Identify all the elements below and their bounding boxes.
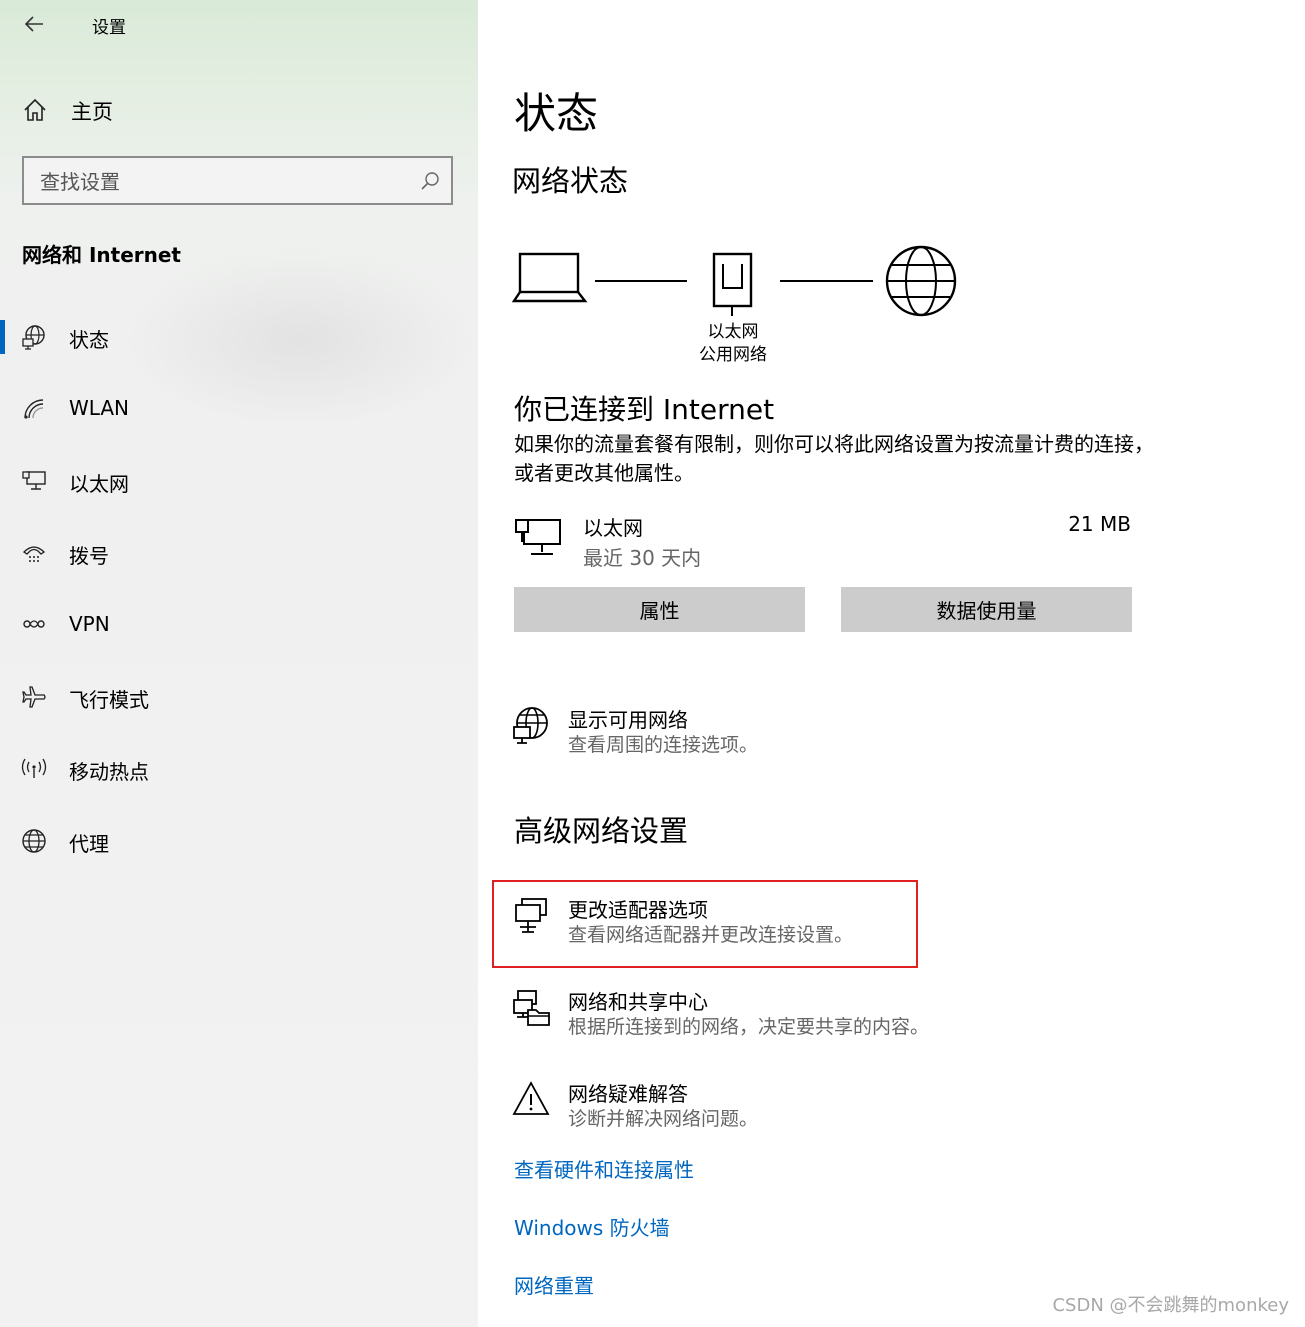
ethernet-port-icon bbox=[712, 252, 753, 316]
sidebar-item-label: 移动热点 bbox=[69, 760, 149, 784]
laptop-icon bbox=[512, 252, 588, 303]
vpn-icon bbox=[23, 620, 45, 628]
data-usage-button[interactable]: 数据使用量 bbox=[841, 587, 1132, 632]
internet-globe-icon bbox=[885, 245, 957, 317]
sharing-center-title: 网络和共享中心 bbox=[568, 990, 708, 1014]
ethernet-adapter-icon bbox=[515, 519, 561, 555]
home-nav-item[interactable]: 主页 bbox=[0, 88, 478, 132]
sidebar: 设置 主页 网络和 Internet 状态 bbox=[0, 0, 480, 1327]
sidebar-item-dialup[interactable]: 拨号 bbox=[0, 517, 478, 589]
sidebar-nav: 状态 WLAN 以太网 拨号 VPN 飞行模式 移动热点 代理 bbox=[0, 301, 478, 877]
sidebar-item-label: 以太网 bbox=[69, 472, 129, 496]
airplane-icon bbox=[22, 686, 46, 708]
back-arrow-icon bbox=[24, 16, 43, 32]
back-button[interactable] bbox=[18, 8, 50, 40]
page-title: 状态 bbox=[514, 89, 599, 138]
change-adapter-options-link[interactable]: 更改适配器选项 查看网络适配器并更改连接设置。 bbox=[512, 894, 912, 948]
home-label: 主页 bbox=[71, 100, 113, 124]
sidebar-item-label: 拨号 bbox=[69, 544, 109, 568]
dialup-icon bbox=[22, 546, 46, 562]
ethernet-name: 以太网 bbox=[583, 516, 643, 540]
window-title: 设置 bbox=[92, 18, 126, 38]
properties-button[interactable]: 属性 bbox=[514, 587, 805, 632]
connected-description: 如果你的流量套餐有限制，则你可以将此网络设置为按流量计费的连接，或者更改其他属性… bbox=[514, 432, 1154, 485]
change-adapter-desc: 查看网络适配器并更改连接设置。 bbox=[568, 924, 854, 946]
status-globe-icon bbox=[22, 325, 45, 350]
hotspot-icon bbox=[21, 758, 47, 778]
search-input[interactable] bbox=[24, 158, 422, 205]
sidebar-item-proxy[interactable]: 代理 bbox=[0, 805, 478, 877]
connected-title: 你已连接到 Internet bbox=[514, 393, 775, 426]
network-diagram: 以太网 公用网络 bbox=[512, 245, 957, 365]
main-content: 状态 网络状态 以太网 公用网络 你已连接到 Internet 如果你的流量套餐… bbox=[478, 0, 1305, 1327]
network-status-heading: 网络状态 bbox=[512, 164, 629, 198]
ethernet-icon bbox=[22, 471, 46, 490]
troubleshooter-title: 网络疑难解答 bbox=[568, 1082, 688, 1106]
sharing-center-link[interactable]: 网络和共享中心 根据所连接到的网络，决定要共享的内容。 bbox=[512, 986, 952, 1040]
sidebar-item-label: 飞行模式 bbox=[69, 688, 149, 712]
sidebar-item-vpn[interactable]: VPN bbox=[0, 589, 478, 661]
sidebar-item-status[interactable]: 状态 bbox=[0, 301, 478, 373]
windows-firewall-link[interactable]: Windows 防火墙 bbox=[514, 1212, 670, 1241]
search-box[interactable] bbox=[22, 156, 453, 205]
sharing-center-icon bbox=[513, 990, 550, 1026]
show-networks-desc: 查看周围的连接选项。 bbox=[568, 734, 759, 756]
adapter-icon bbox=[515, 898, 547, 933]
ethernet-period: 最近 30 天内 bbox=[583, 546, 702, 570]
sidebar-item-label: 状态 bbox=[69, 328, 109, 352]
advanced-settings-heading: 高级网络设置 bbox=[514, 814, 689, 848]
network-profile-label: 公用网络 bbox=[699, 345, 767, 365]
sidebar-item-label: VPN bbox=[69, 612, 110, 636]
home-icon bbox=[24, 98, 46, 121]
hardware-properties-link[interactable]: 查看硬件和连接属性 bbox=[514, 1154, 694, 1183]
troubleshooter-link[interactable]: 网络疑难解答 诊断并解决网络问题。 bbox=[512, 1078, 912, 1132]
sidebar-item-label: 代理 bbox=[69, 832, 109, 856]
adapter-name-label: 以太网 bbox=[708, 322, 759, 342]
network-reset-link[interactable]: 网络重置 bbox=[514, 1270, 594, 1299]
sidebar-item-label: WLAN bbox=[69, 396, 130, 420]
globe-icon bbox=[22, 829, 46, 853]
sidebar-item-hotspot[interactable]: 移动热点 bbox=[0, 733, 478, 805]
change-adapter-title: 更改适配器选项 bbox=[568, 898, 708, 922]
sidebar-item-ethernet[interactable]: 以太网 bbox=[0, 445, 478, 517]
show-networks-icon bbox=[513, 707, 548, 744]
ethernet-usage: 21 MB bbox=[1068, 512, 1131, 536]
search-icon[interactable] bbox=[419, 170, 441, 192]
warning-icon bbox=[512, 1081, 550, 1115]
sidebar-item-airplane[interactable]: 飞行模式 bbox=[0, 661, 478, 733]
sharing-center-desc: 根据所连接到的网络，决定要共享的内容。 bbox=[568, 1016, 930, 1038]
watermark: CSDN @不会跳舞的monkey bbox=[1052, 1295, 1289, 1316]
wifi-icon bbox=[24, 399, 44, 419]
show-networks-link[interactable]: 显示可用网络 查看周围的连接选项。 bbox=[512, 704, 912, 758]
section-heading: 网络和 Internet bbox=[22, 243, 181, 267]
show-networks-title: 显示可用网络 bbox=[568, 708, 688, 732]
sidebar-item-wlan[interactable]: WLAN bbox=[0, 373, 478, 445]
troubleshooter-desc: 诊断并解决网络问题。 bbox=[568, 1108, 759, 1130]
